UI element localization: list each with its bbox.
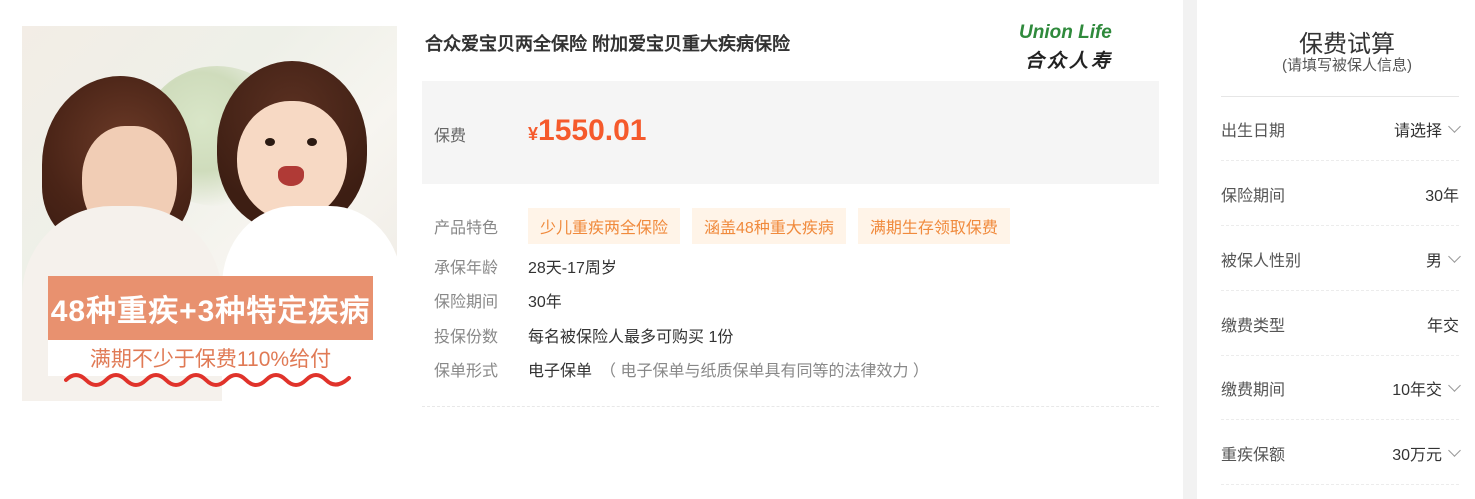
attr-label: 保单形式	[434, 363, 499, 380]
payment-period-select[interactable]: 10年交	[1392, 376, 1461, 400]
chevron-down-icon	[1448, 443, 1461, 457]
brand-name-cn: 合众人寿	[1025, 50, 1114, 72]
attr-label: 承保年龄	[434, 260, 499, 277]
calc-row-label: 保险期间	[1221, 187, 1286, 205]
calc-row-payment-type: 缴费类型 年交	[1221, 292, 1459, 356]
coverage-select[interactable]: 30万元	[1392, 441, 1461, 465]
birthdate-select[interactable]: 请选择	[1394, 117, 1461, 141]
price-value: ¥1550.01	[528, 114, 647, 147]
attr-label: 投保份数	[434, 329, 499, 346]
calc-row-label: 缴费类型	[1221, 317, 1286, 335]
calculator-subtitle: (请填写被保人信息)	[1282, 57, 1412, 74]
calc-row-label: 重疾保额	[1221, 446, 1286, 464]
price-label: 保费	[434, 128, 467, 145]
calc-row-label: 出生日期	[1221, 122, 1286, 140]
brand-logo: Union Life 合众人寿	[1015, 18, 1130, 72]
attr-value: 28天-17周岁	[528, 260, 617, 277]
chevron-down-icon	[1448, 119, 1461, 133]
premium-calculator: 保费试算 (请填写被保人信息) 出生日期 请选择 保险期间 30年 被保人性别 …	[1197, 0, 1475, 499]
attr-value: 每名被保险人最多可购买 1份	[528, 329, 734, 346]
attr-label: 保险期间	[434, 294, 499, 311]
panel-gutter	[1183, 0, 1197, 499]
squiggle-underline	[64, 373, 351, 387]
feature-tag: 满期生存领取保费	[857, 208, 1010, 244]
price-box: 保费 ¥1550.01	[422, 81, 1159, 184]
chevron-down-icon	[1448, 249, 1461, 263]
hero-banner-text: 48种重疾+3种特定疾病	[48, 276, 373, 340]
calc-row-gender[interactable]: 被保人性别 男	[1221, 227, 1461, 291]
payment-type-value: 年交	[1426, 317, 1459, 335]
product-title[interactable]: 合众爱宝贝两全保险 附加爱宝贝重大疾病保险	[425, 30, 790, 56]
product-hero-image: 48种重疾+3种特定疾病 满期不少于保费110%给付	[22, 26, 397, 401]
brand-name-en: Union Life	[1019, 22, 1112, 43]
attr-row-quantity: 投保份数 每名被保险人最多可购买 1份	[434, 323, 733, 347]
calc-row-payment-period[interactable]: 缴费期间 10年交	[1221, 356, 1461, 420]
feature-tag: 涵盖48种重大疾病	[692, 208, 846, 244]
features-label: 产品特色	[434, 220, 499, 237]
calc-row-birthdate[interactable]: 出生日期 请选择	[1221, 97, 1461, 161]
term-value: 30年	[1425, 187, 1459, 205]
features-row: 产品特色 少儿重疾两全保险 涵盖48种重大疾病 满期生存领取保费	[434, 208, 1022, 244]
calc-row-coverage[interactable]: 重疾保额 30万元	[1221, 421, 1461, 485]
chevron-down-icon	[1448, 378, 1461, 392]
gender-select[interactable]: 男	[1426, 247, 1461, 271]
attr-row-term: 保险期间 30年	[434, 288, 562, 312]
attr-row-policy-form: 保单形式 电子保单 （ 电子保单与纸质保单具有同等的法律效力 ）	[434, 357, 929, 381]
divider	[422, 406, 1159, 407]
calc-row-term: 保险期间 30年	[1221, 162, 1459, 226]
attr-note: （ 电子保单与纸质保单具有同等的法律效力 ）	[600, 363, 929, 380]
calc-row-label: 缴费期间	[1221, 381, 1286, 399]
attr-value: 30年	[528, 294, 562, 311]
feature-tag: 少儿重疾两全保险	[528, 208, 681, 244]
product-panel: 48种重疾+3种特定疾病 满期不少于保费110%给付 合众爱宝贝两全保险 附加爱…	[0, 0, 1183, 499]
attr-row-age: 承保年龄 28天-17周岁	[434, 254, 617, 278]
calc-row-label: 被保人性别	[1221, 252, 1302, 270]
attr-value: 电子保单	[528, 363, 593, 380]
